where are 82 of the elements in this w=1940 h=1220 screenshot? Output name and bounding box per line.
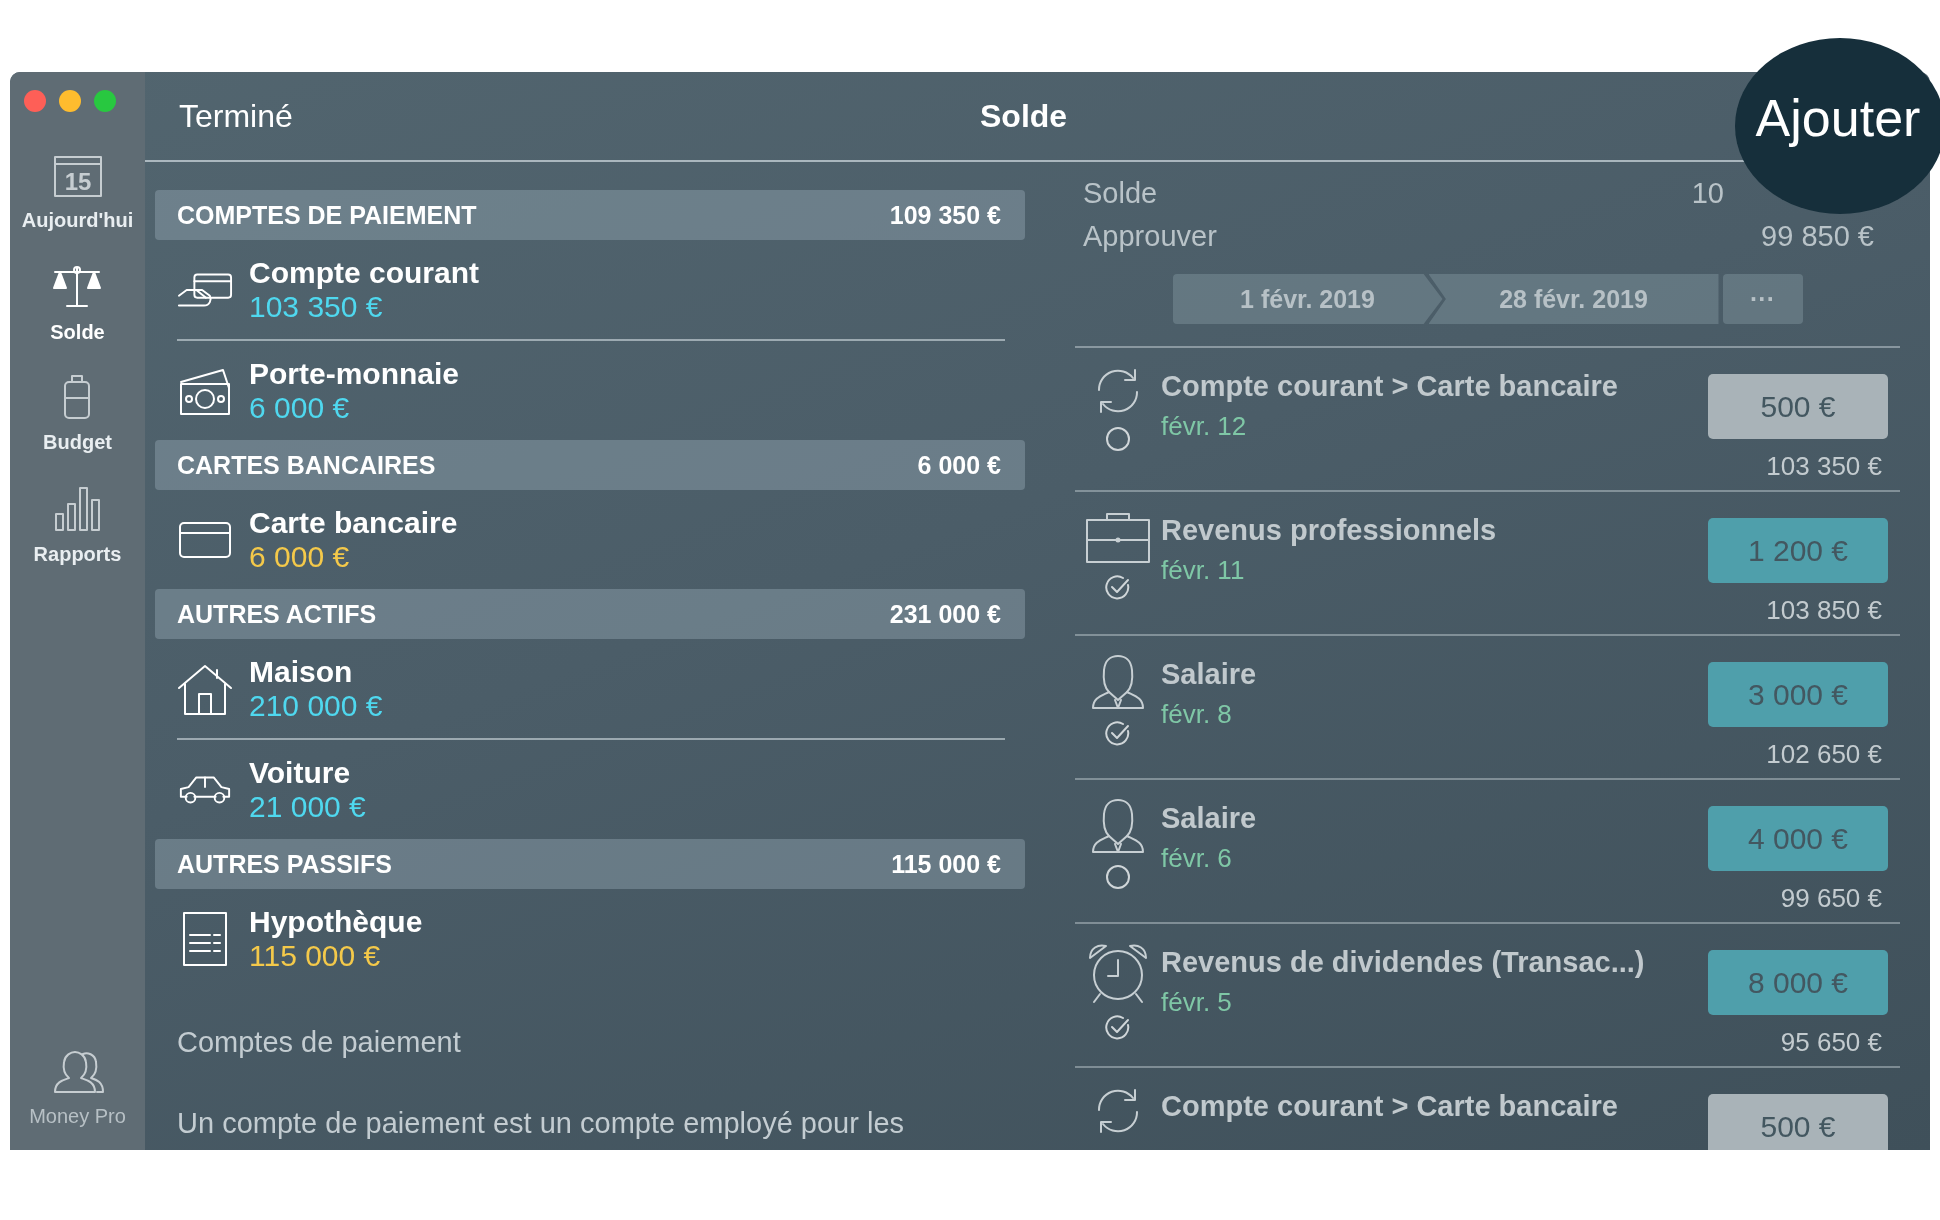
amount-badge: 500 €	[1708, 374, 1888, 439]
account-row[interactable]: Hypothèque 115 000 €	[177, 889, 1005, 988]
sidebar-tab[interactable]: Rapports	[33, 484, 122, 566]
transaction-row[interactable]: Compte courant > Carte bancaire 500 €	[1075, 1068, 1900, 1150]
info-heading: Comptes de paiement	[177, 1026, 462, 1059]
account-row[interactable]: Maison 210 000 €	[177, 639, 1005, 738]
sidebar-tab[interactable]: Budget	[43, 374, 112, 454]
sidebar-tab[interactable]: 15 Aujourd'hui	[21, 154, 134, 232]
add-button[interactable]: Ajouter	[1735, 38, 1940, 214]
amount-badge: 1 200 €	[1708, 518, 1888, 583]
account-name: Voiture	[249, 755, 352, 790]
amount-badge: 3 000 €	[1708, 662, 1888, 727]
transaction-row[interactable]: Revenus professionnels févr. 11 1 200 € 103 850 €	[1075, 492, 1900, 636]
person-icon	[1091, 654, 1145, 710]
account-amount: 103 350 €	[249, 289, 384, 324]
running-balance: 95 650 €	[1780, 1027, 1883, 1058]
running-balance: 103 850 €	[1766, 595, 1883, 626]
account-row[interactable]: Compte courant 103 350 €	[177, 240, 1005, 339]
section-total: 109 350 €	[889, 200, 1001, 230]
sidebar-tab[interactable]: Solde	[50, 262, 105, 344]
amount-badge: 4 000 €	[1708, 806, 1888, 871]
transaction-title: Salaire	[1161, 802, 1258, 835]
check-circle-icon[interactable]	[1105, 1014, 1131, 1040]
circle-icon[interactable]	[1105, 426, 1131, 452]
summary-label: Solde	[1083, 177, 1158, 210]
account-amount: 6 000 €	[249, 539, 351, 574]
account-row[interactable]: Carte bancaire 6 000 €	[177, 490, 1005, 589]
section-title: COMPTES DE PAIEMENT	[177, 200, 477, 230]
section-total: 231 000 €	[889, 599, 1001, 629]
summary-value: 10	[1691, 177, 1724, 210]
transaction-title: Salaire	[1161, 658, 1258, 691]
section-total: 115 000 €	[891, 849, 1001, 879]
period-start-button[interactable]: 1 févr. 2019	[1172, 274, 1443, 324]
account-amount: 115 000 €	[249, 938, 382, 973]
window-minimize-button[interactable]	[59, 90, 81, 112]
account-name: Porte-monnaie	[249, 356, 460, 391]
transaction-row[interactable]: Salaire févr. 6 4 000 € 99 650 €	[1075, 780, 1900, 924]
account-amount: 6 000 €	[249, 390, 351, 425]
info-paragraph: Un compte de paiement est un compte employé pour les	[177, 1107, 905, 1140]
circle-icon[interactable]	[1105, 864, 1131, 890]
transaction-title: Revenus de dividendes (Transac...)	[1161, 946, 1646, 979]
amount-badge: 500 €	[1708, 1094, 1888, 1150]
transaction-date: févr. 6	[1161, 843, 1233, 874]
done-button[interactable]: Terminé	[179, 97, 293, 135]
app-account-button[interactable]: Money Pro	[29, 1050, 126, 1128]
section-title: CARTES BANCAIRES	[177, 450, 436, 480]
transaction-date: févr. 5	[1161, 987, 1233, 1018]
section-title: AUTRES ACTIFS	[177, 599, 377, 629]
transaction-date: févr. 11	[1161, 555, 1246, 586]
transaction-title: Compte courant > Carte bancaire	[1161, 1090, 1619, 1123]
transaction-title: Revenus professionnels	[1161, 514, 1498, 547]
more-button[interactable]: ···	[1722, 274, 1803, 324]
account-name: Carte bancaire	[249, 505, 458, 540]
account-amount: 210 000 €	[249, 688, 383, 723]
credit-card-icon	[177, 520, 233, 559]
account-name: Compte courant	[249, 255, 479, 290]
transaction-title: Compte courant > Carte bancaire	[1161, 370, 1619, 403]
window-title: Solde	[980, 97, 1068, 135]
account-name: Maison	[249, 654, 354, 689]
account-amount: 21 000 €	[249, 789, 366, 824]
transaction-row[interactable]: Compte courant > Carte bancaire févr. 12 500 € 103 350 €	[1075, 348, 1900, 492]
account-row[interactable]: Porte-monnaie 6 000 €	[177, 339, 1005, 440]
section-title: AUTRES PASSIFS	[177, 849, 392, 879]
section-total: 6 000 €	[917, 450, 1001, 480]
alarm-clock-icon	[1086, 942, 1150, 1004]
transaction-date: févr. 8	[1161, 699, 1233, 730]
transaction-row[interactable]: Revenus de dividendes (Transac...) févr. 5 8 000 € 95 650 €	[1075, 924, 1900, 1068]
account-name: Hypothèque	[249, 904, 423, 939]
check-circle-icon[interactable]	[1105, 720, 1131, 746]
running-balance: 103 350 €	[1766, 451, 1883, 482]
running-balance: 99 650 €	[1780, 883, 1883, 914]
running-balance: 102 650 €	[1766, 739, 1883, 770]
transaction-row[interactable]: Salaire févr. 8 3 000 € 102 650 €	[1075, 636, 1900, 780]
amount-badge: 8 000 €	[1708, 950, 1888, 1015]
briefcase-icon	[1085, 510, 1151, 564]
person-icon	[1091, 798, 1145, 854]
summary-value: 99 850 €	[1761, 220, 1874, 253]
transaction-date: févr. 12	[1161, 411, 1248, 442]
summary-label: Approuver	[1083, 220, 1217, 253]
check-circle-icon[interactable]	[1105, 574, 1131, 600]
period-end-button[interactable]: 28 févr. 2019	[1428, 274, 1719, 324]
account-row[interactable]: Voiture 21 000 €	[177, 738, 1005, 839]
